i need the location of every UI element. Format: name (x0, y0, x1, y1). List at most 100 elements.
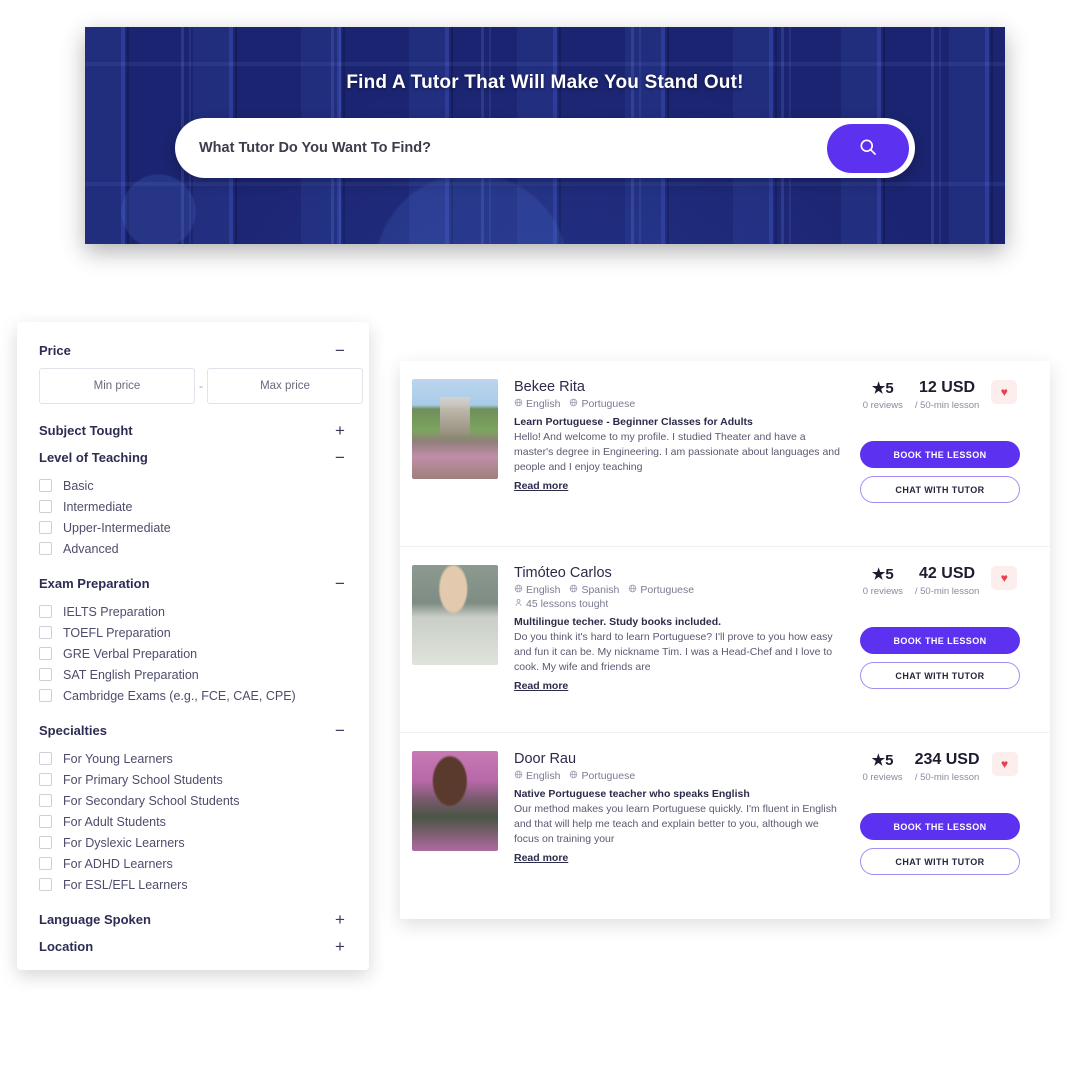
heart-icon[interactable]: ♥ (991, 566, 1018, 590)
tutor-headline: Multilingue techer. Study books included… (514, 616, 722, 628)
filter-header[interactable]: Subject Tought + (39, 422, 347, 439)
tutor-photo[interactable] (412, 379, 498, 479)
checkbox-label: Intermediate (63, 499, 133, 514)
checkbox-label: For Young Learners (63, 751, 173, 766)
filter-checkbox-row[interactable]: Basic (39, 475, 347, 496)
checkbox-label: For ADHD Learners (63, 856, 173, 871)
collapse-toggle[interactable]: + (333, 911, 347, 928)
tutor-card[interactable]: Timóteo Carlos English Spanish Portuguese 45… (400, 547, 1050, 733)
filter-checkbox-row[interactable]: Intermediate (39, 496, 347, 517)
filter-checkbox-row[interactable]: Cambridge Exams (e.g., FCE, CAE, CPE) (39, 685, 347, 706)
checkbox[interactable] (39, 605, 52, 618)
filter-checkbox-row[interactable]: SAT English Preparation (39, 664, 347, 685)
filter-header-price[interactable]: Price − (39, 342, 347, 359)
filter-title: Specialties (39, 723, 107, 738)
max-price-input[interactable] (207, 368, 363, 404)
checkbox[interactable] (39, 857, 52, 870)
filter-group: Level of Teaching − Basic Intermediate Upper… (39, 449, 347, 559)
filter-checkbox-row[interactable]: For Adult Students (39, 811, 347, 832)
globe-icon (569, 584, 578, 596)
heart-icon[interactable]: ♥ (991, 752, 1018, 776)
rating-value: ★5 (863, 565, 903, 583)
price-value: 234 USD (914, 751, 980, 768)
collapse-toggle[interactable]: − (333, 449, 347, 466)
filter-header[interactable]: Level of Teaching − (39, 449, 347, 466)
filter-checkbox-row[interactable]: GRE Verbal Preparation (39, 643, 347, 664)
filter-checkbox-row[interactable]: Upper-Intermediate (39, 517, 347, 538)
filter-checkbox-row[interactable]: For Young Learners (39, 748, 347, 769)
language-label: Portuguese (581, 398, 636, 410)
tutor-card[interactable]: Door Rau English Portuguese Native Portugue… (400, 733, 1050, 919)
filter-checkbox-row[interactable]: For ADHD Learners (39, 853, 347, 874)
tutor-actions: ★5 0 reviews 12 USD / 50-min lesson ♥ BOOK TH… (846, 379, 1034, 546)
collapse-toggle[interactable]: − (333, 575, 347, 592)
book-lesson-button[interactable]: BOOK THE LESSON (860, 627, 1020, 654)
checkbox[interactable] (39, 815, 52, 828)
filter-checkbox-row[interactable]: For Dyslexic Learners (39, 832, 347, 853)
language-item: Portuguese (569, 398, 635, 410)
collapse-toggle[interactable]: + (333, 938, 347, 955)
book-lesson-button[interactable]: BOOK THE LESSON (860, 441, 1020, 468)
collapse-toggle-price[interactable]: − (333, 342, 347, 359)
filter-checkbox-row[interactable]: For Secondary School Students (39, 790, 347, 811)
checkbox[interactable] (39, 479, 52, 492)
checkbox-label: IELTS Preparation (63, 604, 165, 619)
collapse-toggle[interactable]: − (333, 722, 347, 739)
filter-header[interactable]: Exam Preparation − (39, 575, 347, 592)
checkbox[interactable] (39, 647, 52, 660)
filter-checkbox-row[interactable]: For ESL/EFL Learners (39, 874, 347, 895)
read-more-link[interactable]: Read more (514, 680, 568, 692)
filter-header[interactable]: Location + (39, 938, 347, 955)
read-more-link[interactable]: Read more (514, 852, 568, 864)
language-label: Portuguese (640, 584, 695, 596)
chat-with-tutor-button[interactable]: CHAT WITH TUTOR (860, 662, 1020, 689)
search-bar[interactable] (175, 118, 915, 178)
checkbox[interactable] (39, 689, 52, 702)
rating-price-row: ★5 0 reviews 234 USD / 50-min lesson ♥ (846, 751, 1034, 783)
checkbox[interactable] (39, 794, 52, 807)
checkbox-label: For ESL/EFL Learners (63, 877, 188, 892)
chat-with-tutor-button[interactable]: CHAT WITH TUTOR (860, 848, 1020, 875)
checkbox[interactable] (39, 542, 52, 555)
checkbox-label: GRE Verbal Preparation (63, 646, 198, 661)
tutor-name[interactable]: Door Rau (514, 751, 842, 767)
tutor-card[interactable]: Bekee Rita English Portuguese Learn Portugu… (400, 361, 1050, 547)
language-item: Portuguese (628, 584, 694, 596)
search-button[interactable] (827, 123, 909, 173)
filter-title-price: Price (39, 343, 71, 358)
checkbox-label: Basic (63, 478, 94, 493)
filter-title: Subject Tought (39, 423, 133, 438)
tutor-photo[interactable] (412, 751, 498, 851)
price-unit: / 50-min lesson (914, 586, 980, 597)
book-lesson-button[interactable]: BOOK THE LESSON (860, 813, 1020, 840)
checkbox[interactable] (39, 878, 52, 891)
collapse-toggle[interactable]: + (333, 422, 347, 439)
tutor-photo[interactable] (412, 565, 498, 665)
read-more-link[interactable]: Read more (514, 480, 568, 492)
price-value: 12 USD (919, 379, 976, 396)
lessons-tought-item: 45 lessons tought (514, 598, 608, 610)
tutor-name[interactable]: Timóteo Carlos (514, 565, 842, 581)
min-price-input[interactable] (39, 368, 195, 404)
filter-header[interactable]: Specialties − (39, 722, 347, 739)
chat-with-tutor-button[interactable]: CHAT WITH TUTOR (860, 476, 1020, 503)
filter-checkbox-row[interactable]: IELTS Preparation (39, 601, 347, 622)
search-input[interactable] (199, 140, 827, 156)
checkbox[interactable] (39, 500, 52, 513)
price-block: 12 USD / 50-min lesson (915, 379, 979, 411)
checkbox[interactable] (39, 752, 52, 765)
filter-checkbox-row[interactable]: For Primary School Students (39, 769, 347, 790)
tutor-bio: Hello! And welcome to my profile. I stud… (514, 431, 840, 474)
language-label: Spanish (581, 584, 620, 596)
tutor-name[interactable]: Bekee Rita (514, 379, 842, 395)
filter-checkbox-row[interactable]: TOEFL Preparation (39, 622, 347, 643)
filter-header[interactable]: Language Spoken + (39, 911, 347, 928)
price-block: 42 USD / 50-min lesson (915, 565, 979, 597)
checkbox[interactable] (39, 773, 52, 786)
filter-checkbox-row[interactable]: Advanced (39, 538, 347, 559)
checkbox[interactable] (39, 668, 52, 681)
checkbox[interactable] (39, 836, 52, 849)
heart-icon[interactable]: ♥ (991, 380, 1018, 404)
checkbox[interactable] (39, 521, 52, 534)
checkbox[interactable] (39, 626, 52, 639)
